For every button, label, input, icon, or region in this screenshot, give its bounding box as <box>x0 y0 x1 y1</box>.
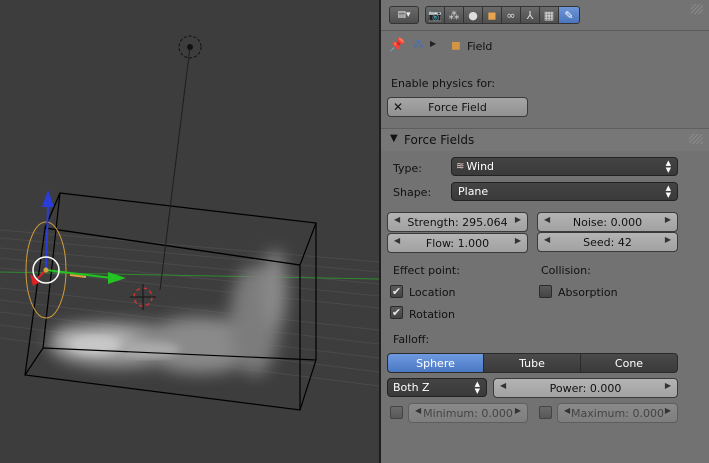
world-icon[interactable]: ● <box>463 6 483 24</box>
noise-field[interactable]: ◀ Noise: 0.000 ▶ <box>537 212 678 232</box>
location-label[interactable]: Location <box>409 286 456 299</box>
modifiers-icon[interactable]: ⅄ <box>520 6 540 24</box>
seed-value: Seed: 42 <box>583 235 632 249</box>
z-direction-value: Both Z <box>393 381 430 394</box>
falloff-label: Falloff: <box>393 333 430 346</box>
shape-value: Plane <box>458 185 489 198</box>
close-icon: ✕ <box>393 100 404 114</box>
minimum-value: Minimum: 0.000 <box>423 406 513 420</box>
absorption-label[interactable]: Absorption <box>558 286 618 299</box>
falloff-sphere[interactable]: Sphere <box>387 353 484 373</box>
flow-field[interactable]: ◀ Flow: 1.000 ▶ <box>387 233 528 253</box>
decrement-icon[interactable]: ◀ <box>544 235 550 244</box>
type-dropdown[interactable]: ≋ Wind ▲ ▼ <box>451 157 678 176</box>
increment-icon[interactable]: ▶ <box>665 406 671 415</box>
shape-label: Shape: <box>393 186 432 199</box>
decrement-icon[interactable]: ◀ <box>394 215 400 224</box>
3d-viewport[interactable] <box>0 0 379 463</box>
shape-dropdown[interactable]: Plane ▲ ▼ <box>451 182 678 201</box>
viewport-scene <box>0 35 379 411</box>
header-grip[interactable] <box>691 4 703 14</box>
decrement-icon[interactable]: ◀ <box>415 406 421 415</box>
increment-icon[interactable]: ▶ <box>515 236 521 245</box>
decrement-icon[interactable]: ◀ <box>500 381 506 390</box>
updown-arrows-icon: ▲ ▼ <box>474 380 480 395</box>
increment-icon[interactable]: ▶ <box>515 406 521 415</box>
collision-label: Collision: <box>541 264 591 277</box>
falloff-tube[interactable]: Tube <box>483 353 581 373</box>
texture-icon[interactable]: ▦ <box>539 6 559 24</box>
updown-arrows-icon: ▲ ▼ <box>665 159 671 174</box>
absorption-checkbox[interactable] <box>539 285 552 298</box>
noise-value: Noise: 0.000 <box>572 215 643 229</box>
type-value: Wind <box>466 160 495 173</box>
effect-point-label: Effect point: <box>393 264 460 277</box>
chevron-right-icon: ▶ <box>430 39 437 48</box>
seed-field[interactable]: ◀ Seed: 42 ▶ <box>537 232 678 252</box>
flow-value: Flow: 1.000 <box>425 236 490 250</box>
increment-icon[interactable]: ▶ <box>665 215 671 224</box>
updown-arrows-icon: ▲ ▼ <box>665 184 671 199</box>
type-label: Type: <box>393 162 422 175</box>
properties-header: ▤▾ 📷 ⁂ ● ◼ ∞ ⅄ ▦ ✎ <box>381 0 709 31</box>
physics-icon[interactable]: ✎ <box>558 6 580 24</box>
force-field-button[interactable]: ✕ Force Field <box>387 97 528 117</box>
render-icon[interactable]: 📷 <box>425 6 445 24</box>
constraints-icon[interactable]: ∞ <box>501 6 521 24</box>
panel-grip-icon[interactable] <box>689 134 703 144</box>
strength-field[interactable]: ◀ Strength: 295.064 ▶ <box>387 212 528 232</box>
increment-icon[interactable]: ▶ <box>515 215 521 224</box>
enable-physics-label: Enable physics for: <box>391 77 496 90</box>
z-direction-dropdown[interactable]: Both Z ▲ ▼ <box>387 378 487 397</box>
object-icon[interactable]: ◼ <box>482 6 502 24</box>
power-value: Power: 0.000 <box>549 381 622 395</box>
increment-icon[interactable]: ▶ <box>665 381 671 390</box>
scene-icon: ⁂ <box>413 38 424 51</box>
rotation-label[interactable]: Rotation <box>409 308 455 321</box>
increment-icon[interactable]: ▶ <box>665 235 671 244</box>
use-minimum-checkbox[interactable] <box>390 406 403 419</box>
object-cube-icon: ◼ <box>451 38 461 52</box>
decrement-icon[interactable]: ◀ <box>394 236 400 245</box>
power-field[interactable]: ◀ Power: 0.000 ▶ <box>493 378 678 398</box>
force-fields-title: Force Fields <box>404 133 475 147</box>
falloff-cone[interactable]: Cone <box>580 353 678 373</box>
maximum-field[interactable]: ◀ Maximum: 0.000 ▶ <box>557 403 678 423</box>
breadcrumb-object: Field <box>467 40 493 53</box>
pin-icon[interactable]: 📌 <box>389 38 405 53</box>
minimum-field[interactable]: ◀ Minimum: 0.000 ▶ <box>408 403 528 423</box>
force-fields-header[interactable]: ▼ Force Fields <box>381 128 709 151</box>
editor-type-icon[interactable]: ▤▾ <box>389 6 419 24</box>
maximum-value: Maximum: 0.000 <box>571 406 664 420</box>
force-field-button-label: Force Field <box>428 100 487 114</box>
collapse-triangle-icon: ▼ <box>390 133 398 144</box>
rotation-checkbox[interactable]: ✔ <box>390 306 403 319</box>
properties-panel: ▤▾ 📷 ⁂ ● ◼ ∞ ⅄ ▦ ✎ 📌 ⁂ ▶ ◼ Field Enable … <box>381 0 709 463</box>
use-maximum-checkbox[interactable] <box>539 406 552 419</box>
3d-cursor-icon <box>130 284 156 310</box>
location-checkbox[interactable]: ✔ <box>390 285 403 298</box>
decrement-icon[interactable]: ◀ <box>544 215 550 224</box>
render-layers-icon[interactable]: ⁂ <box>444 6 464 24</box>
decrement-icon[interactable]: ◀ <box>564 406 570 415</box>
strength-value: Strength: 295.064 <box>407 215 508 229</box>
wind-icon: ≋ <box>456 161 465 172</box>
